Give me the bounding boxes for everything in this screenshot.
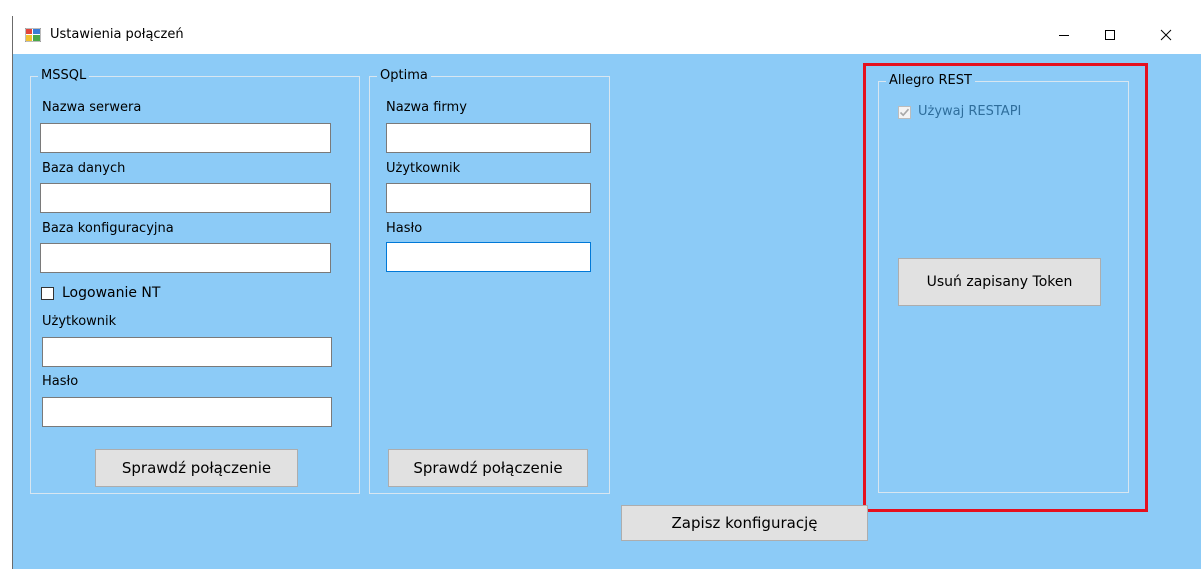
server-name-label: Nazwa serwera	[42, 100, 142, 115]
optima-legend: Optima	[377, 68, 431, 83]
highlight-frame	[863, 63, 1148, 512]
title-bar[interactable]: Ustawienia połączeń	[12, 16, 1201, 54]
app-icon	[25, 28, 41, 42]
optima-user-label: Użytkownik	[386, 161, 461, 176]
database-label: Baza danych	[42, 161, 126, 176]
close-button[interactable]	[1143, 16, 1189, 54]
nt-login-label: Logowanie NT	[62, 285, 161, 301]
window-title: Ustawienia połączeń	[50, 27, 184, 42]
mssql-user-label: Użytkownik	[42, 314, 117, 329]
mssql-test-connection-button[interactable]: Sprawdź połączenie	[95, 449, 298, 487]
company-name-label: Nazwa firmy	[386, 100, 467, 115]
config-database-label: Baza konfiguracyjna	[42, 221, 174, 236]
nt-login-checkbox[interactable]	[41, 287, 54, 300]
server-name-input[interactable]	[40, 123, 331, 153]
optima-password-input[interactable]	[386, 242, 591, 272]
optima-test-connection-button[interactable]: Sprawdź połączenie	[388, 449, 588, 487]
company-name-input[interactable]	[386, 123, 591, 153]
mssql-password-input[interactable]	[42, 397, 332, 427]
minimize-button[interactable]	[1041, 16, 1087, 54]
database-input[interactable]	[40, 183, 331, 213]
maximize-icon	[1105, 30, 1115, 40]
config-database-input[interactable]	[40, 243, 331, 273]
maximize-button[interactable]	[1087, 16, 1133, 54]
mssql-password-label: Hasło	[42, 374, 79, 389]
optima-user-input[interactable]	[386, 183, 591, 213]
minimize-icon	[1059, 35, 1069, 36]
optima-password-label: Hasło	[386, 221, 423, 236]
mssql-user-input[interactable]	[42, 337, 332, 367]
mssql-legend: MSSQL	[38, 68, 90, 83]
save-configuration-button[interactable]: Zapisz konfigurację	[621, 505, 868, 541]
close-icon	[1160, 29, 1172, 41]
